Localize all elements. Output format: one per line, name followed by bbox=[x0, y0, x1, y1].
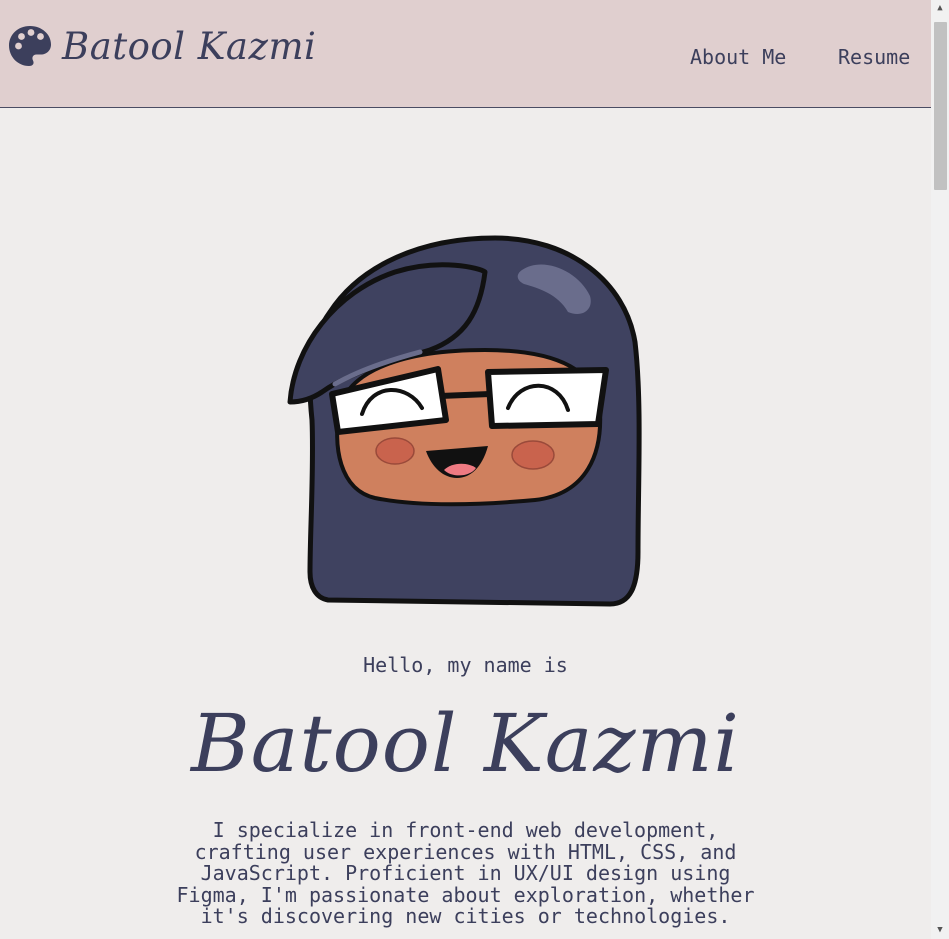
bio-paragraph: I specialize in front-end web developmen… bbox=[176, 818, 755, 928]
scroll-down-arrow-icon[interactable]: ▼ bbox=[931, 922, 949, 939]
brand-name: Batool Kazmi bbox=[62, 24, 317, 68]
scroll-thumb[interactable] bbox=[934, 22, 947, 190]
scroll-up-arrow-icon[interactable]: ▲ bbox=[931, 0, 949, 17]
avatar-illustration bbox=[287, 235, 642, 607]
palette-icon bbox=[9, 26, 51, 66]
navbar: Batool Kazmi About Me Resume bbox=[0, 0, 931, 108]
nav-link-about-me[interactable]: About Me bbox=[690, 45, 786, 69]
greeting-text: Hello, my name is bbox=[363, 653, 568, 677]
brand-link[interactable]: Batool Kazmi bbox=[8, 24, 316, 68]
nav-link-resume[interactable]: Resume bbox=[838, 45, 910, 69]
vertical-scrollbar[interactable]: ▲ ▼ bbox=[931, 0, 949, 939]
hero-name: Batool Kazmi bbox=[190, 697, 741, 790]
